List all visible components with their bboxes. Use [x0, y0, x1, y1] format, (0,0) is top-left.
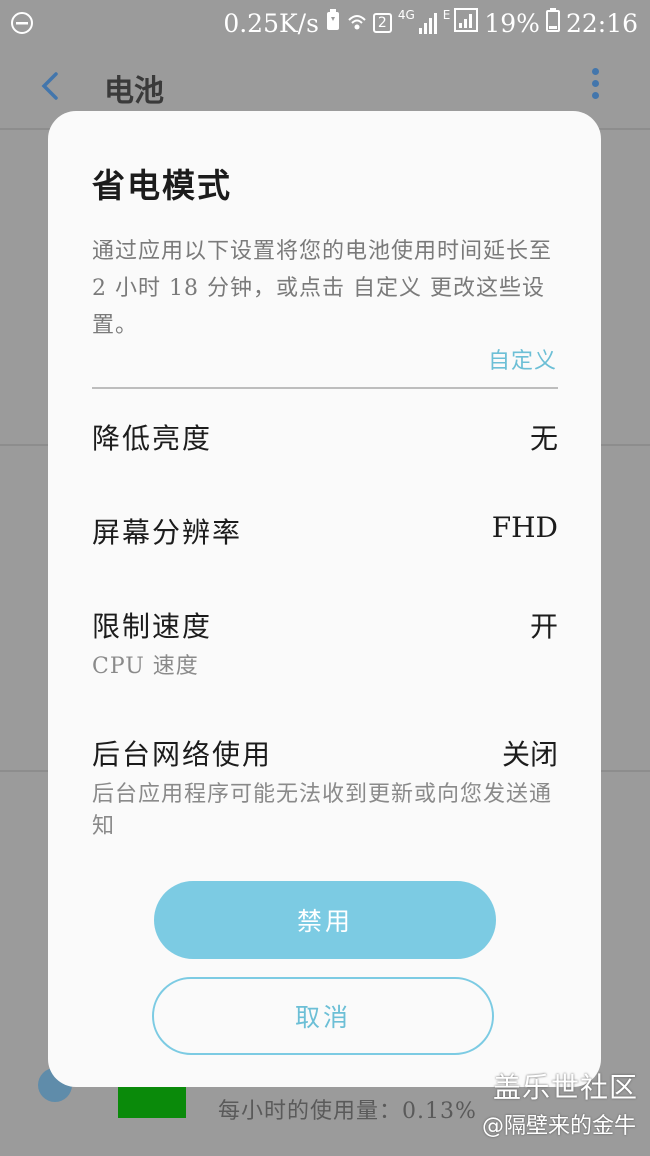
option-value: FHD: [491, 511, 558, 544]
option-value: 关闭: [501, 738, 558, 771]
sim-badge: 2: [372, 13, 392, 33]
back-button[interactable]: [36, 66, 66, 106]
signal-icon: [418, 12, 437, 34]
network-type-4g: 4G: [397, 8, 415, 22]
more-options-icon[interactable]: [592, 68, 600, 104]
divider: [92, 387, 558, 389]
wifi-icon: [347, 9, 367, 38]
option-row-resolution[interactable]: 屏幕分辨率 FHD: [92, 511, 558, 551]
status-bar: 0.25K/s 2 4G E 19% 22:16: [0, 0, 650, 48]
usage-text: 每小时的使用量：0.13%: [218, 1099, 477, 1124]
option-label: 屏幕分辨率: [92, 516, 243, 549]
dialog-description: 通过应用以下设置将您的电池使用时间延长至 2 小时 18 分钟，或点击 自定义 …: [92, 239, 553, 338]
watermark-brand: 盖乐世社区: [492, 1071, 638, 1104]
clock: 22:16: [565, 8, 638, 38]
cancel-button[interactable]: 取消: [152, 977, 494, 1055]
watermark-user: @隔壁来的金牛: [481, 1114, 636, 1139]
option-label: 降低亮度: [92, 422, 213, 455]
network-type-e: E: [442, 8, 451, 22]
option-row-brightness[interactable]: 降低亮度 无: [92, 417, 558, 457]
option-value: 无: [529, 422, 558, 455]
disable-button[interactable]: 禁用: [154, 881, 496, 959]
battery-icon: [545, 8, 560, 38]
option-row-limit-speed[interactable]: 限制速度 开 CPU 速度: [92, 605, 558, 683]
do-not-disturb-icon: [10, 11, 34, 41]
option-label: 限制速度: [92, 610, 213, 643]
signal-box-icon: [454, 8, 479, 38]
battery-saver-icon: [325, 8, 341, 38]
option-value: 开: [529, 610, 558, 643]
customize-link[interactable]: 自定义: [488, 343, 557, 375]
option-sub: 后台应用程序可能无法收到更新或向您发送通知: [92, 782, 553, 839]
option-row-background-network[interactable]: 后台网络使用 关闭 后台应用程序可能无法收到更新或向您发送通知: [92, 733, 558, 843]
dialog-title: 省电模式: [92, 166, 232, 205]
power-saving-dialog: 省电模式 通过应用以下设置将您的电池使用时间延长至 2 小时 18 分钟，或点击…: [48, 111, 601, 1087]
network-speed: 0.25K/s: [223, 8, 319, 38]
battery-percent: 19%: [484, 8, 540, 38]
option-sub: CPU 速度: [92, 654, 199, 679]
option-label: 后台网络使用: [92, 738, 273, 771]
page-title: 电池: [104, 74, 164, 109]
chevron-left-icon: [41, 72, 58, 100]
